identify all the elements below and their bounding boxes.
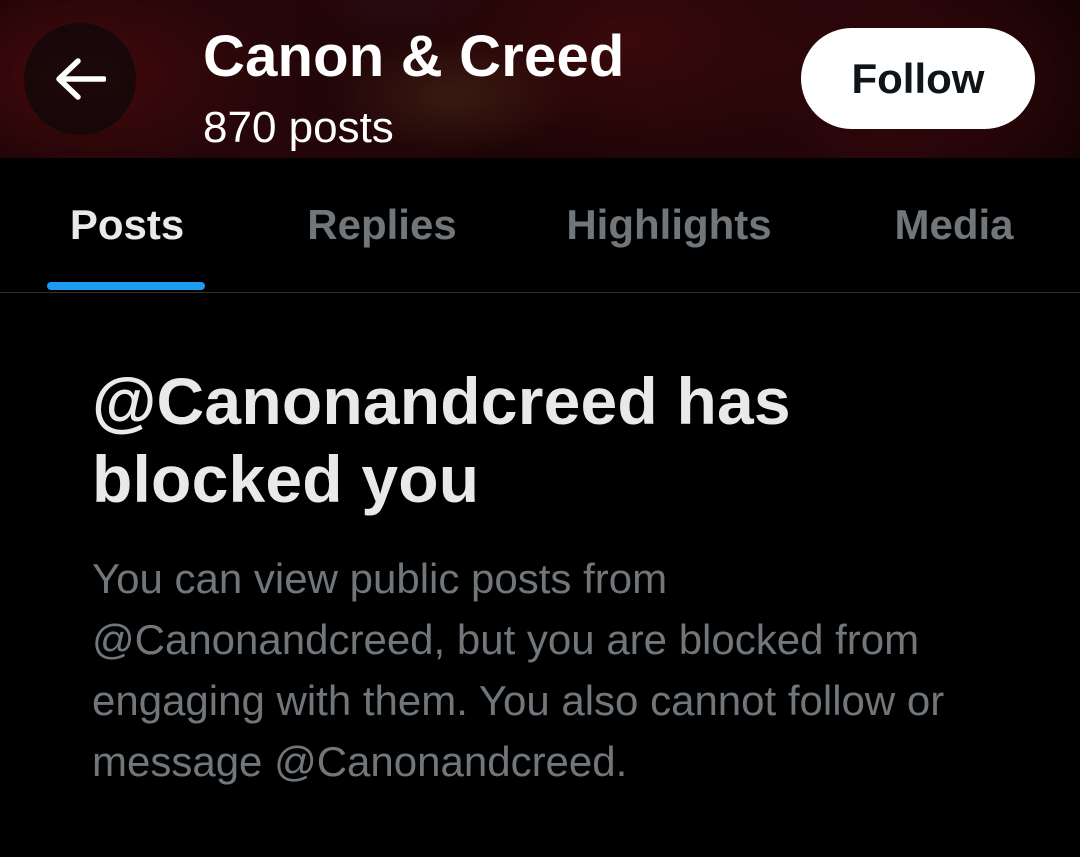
tab-media[interactable]: Media: [876, 158, 1032, 292]
post-count: 870 posts: [203, 103, 394, 152]
blocked-notice-title: @Canonandcreed has blocked you: [92, 364, 791, 516]
active-tab-indicator: [47, 282, 205, 290]
tab-highlights[interactable]: Highlights: [548, 158, 790, 292]
tab-posts[interactable]: Posts: [47, 158, 207, 292]
follow-button[interactable]: Follow: [801, 28, 1035, 129]
profile-screen: Canon & Creed 870 posts Follow Posts Rep…: [0, 0, 1080, 857]
profile-header: Canon & Creed 870 posts Follow: [0, 0, 1080, 158]
tab-replies[interactable]: Replies: [292, 158, 472, 292]
blocked-notice-body: You can view public posts from @Canonand…: [92, 555, 945, 785]
profile-tabs: Posts Replies Highlights Media: [0, 158, 1080, 293]
back-button[interactable]: [24, 23, 136, 135]
blocked-notice: @Canonandcreed has blocked you You can v…: [92, 362, 1022, 792]
arrow-left-icon: [54, 57, 106, 101]
profile-name: Canon & Creed: [203, 24, 625, 89]
